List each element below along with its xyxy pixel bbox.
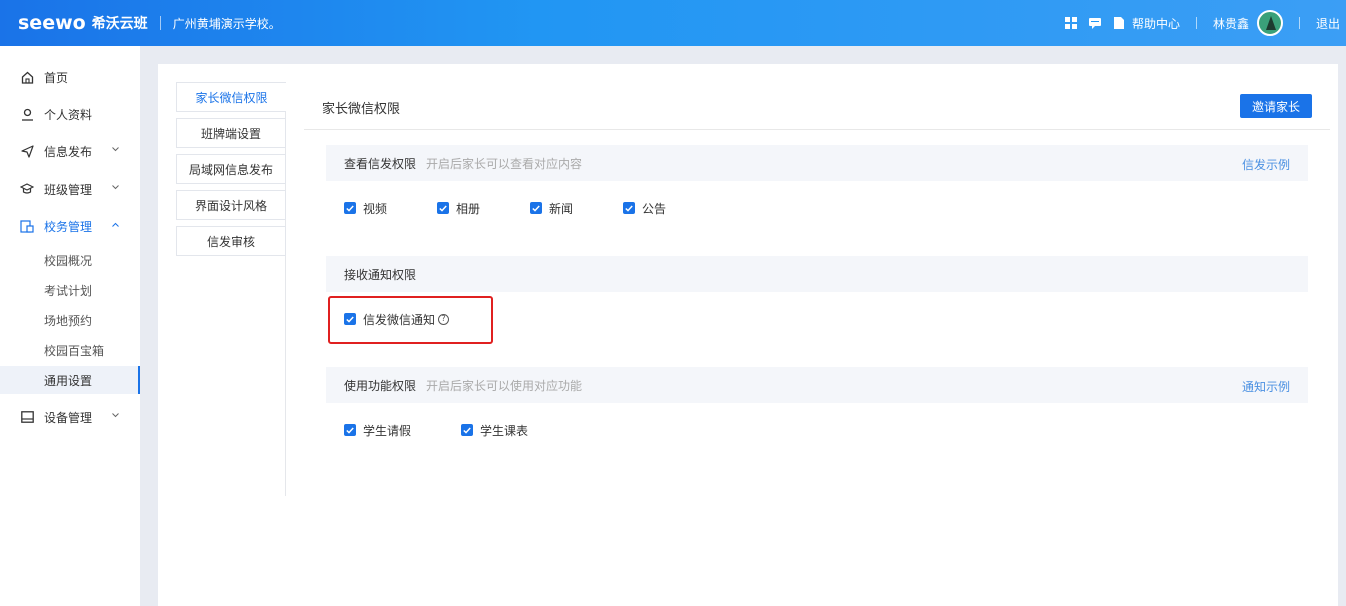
brand-name: 希沃云班	[91, 16, 148, 32]
logout-link[interactable]: 退出	[1316, 15, 1340, 32]
school-admin-icon	[20, 219, 34, 233]
sidebar-subitem-campus-overview[interactable]: 校园概况	[0, 246, 140, 274]
section-title: 接收通知权限	[344, 267, 417, 282]
help-center-link[interactable]: 帮助中心	[1132, 15, 1180, 32]
sidebar-subitem-exam-plan[interactable]: 考试计划	[0, 276, 140, 304]
tab-interface-style[interactable]: 界面设计风格	[176, 190, 286, 220]
checkbox-label: 学生请假	[363, 423, 412, 438]
checkbox-checked-icon[interactable]	[344, 313, 356, 325]
sidebar-item-info-publish[interactable]: 信息发布	[0, 139, 140, 163]
tab-lan-info-publish[interactable]: 局域网信息发布	[176, 154, 286, 184]
checkbox-album[interactable]: 相册	[437, 200, 530, 217]
tab-class-board-settings[interactable]: 班牌端设置	[176, 118, 286, 148]
brand-divider	[159, 16, 161, 30]
checkbox-checked-icon[interactable]	[344, 202, 356, 214]
invite-parent-button[interactable]: 邀请家长	[1240, 94, 1312, 118]
use-function-options: 学生请假 学生课表	[344, 422, 528, 438]
checkbox-video[interactable]: 视频	[344, 200, 437, 217]
page-right-gutter	[1338, 64, 1346, 606]
toolbar-divider	[1298, 17, 1300, 29]
panel-title: 家长微信权限	[322, 102, 401, 117]
checkbox-news[interactable]: 新闻	[530, 200, 623, 217]
help-question-icon[interactable]: ?	[438, 313, 450, 325]
view-publish-options: 视频 相册 新闻 公告	[344, 200, 666, 216]
message-icon[interactable]	[1088, 16, 1102, 30]
section-header-receive-notification: 接收通知权限	[326, 256, 1308, 292]
sidebar-item-label: 校务管理	[44, 219, 93, 234]
sidebar-item-label: 信息发布	[44, 144, 93, 159]
checkbox-checked-icon[interactable]	[530, 202, 542, 214]
checkbox-label: 学生课表	[480, 423, 529, 438]
document-icon[interactable]	[1112, 16, 1126, 30]
sidebar-subitem-venue-booking[interactable]: 场地预约	[0, 306, 140, 334]
home-icon	[20, 70, 34, 84]
section-header-use-function: 使用功能权限 开启后家长可以使用对应功能 通知示例	[326, 367, 1308, 403]
checkbox-publish-wechat-notification[interactable]: 信发微信通知 ?	[344, 311, 450, 328]
notification-example-link[interactable]: 通知示例	[1242, 378, 1290, 395]
sidebar-item-home[interactable]: 首页	[0, 65, 140, 89]
chevron-down-icon	[110, 144, 120, 154]
checkbox-label: 相册	[456, 201, 481, 216]
chevron-down-icon	[110, 182, 120, 192]
toolbar-divider	[1195, 17, 1197, 29]
section-description: 开启后家长可以使用对应功能	[426, 378, 583, 393]
section-description: 开启后家长可以查看对应内容	[426, 156, 583, 171]
sidebar-subitem-campus-toolbox[interactable]: 校园百宝箱	[0, 336, 140, 364]
content-card: 家长微信权限 班牌端设置 局域网信息发布 界面设计风格 信发审核 家长微信权限 …	[158, 64, 1346, 606]
apps-grid-icon[interactable]	[1064, 16, 1078, 30]
sidebar-subitem-general-settings[interactable]: 通用设置	[0, 366, 140, 394]
monitor-icon	[20, 410, 34, 424]
sidebar-item-label: 班级管理	[44, 182, 93, 197]
brand[interactable]: seewo 希沃云班 广州黄埔演示学校。	[18, 12, 281, 34]
sidebar-item-profile[interactable]: 个人资料	[0, 102, 140, 126]
sidebar-item-device-management[interactable]: 设备管理	[0, 405, 140, 429]
sidebar: 首页 个人资料 信息发布 班级管理 校务管理 校园概况 考试计划 场地预约 校园…	[0, 46, 140, 606]
checkbox-label: 新闻	[549, 201, 574, 216]
checkbox-label: 视频	[363, 201, 388, 216]
sidebar-item-school-affairs[interactable]: 校务管理	[0, 214, 140, 238]
chevron-down-icon	[110, 410, 120, 420]
panel-divider	[304, 129, 1330, 130]
tab-parent-wechat-permission[interactable]: 家长微信权限	[176, 82, 286, 112]
top-bar: seewo 希沃云班 广州黄埔演示学校。 帮助中心 林贵鑫 退出	[0, 0, 1346, 46]
publish-example-link[interactable]: 信发示例	[1242, 156, 1290, 173]
user-name[interactable]: 林贵鑫	[1213, 15, 1249, 32]
top-right-toolbar: 帮助中心 林贵鑫 退出	[1064, 0, 1346, 46]
section-header-view-publish: 查看信发权限 开启后家长可以查看对应内容 信发示例	[326, 145, 1308, 181]
sidebar-item-class-management[interactable]: 班级管理	[0, 177, 140, 201]
settings-tabs: 家长微信权限 班牌端设置 局域网信息发布 界面设计风格 信发审核	[176, 82, 286, 496]
checkbox-label: 公告	[642, 201, 667, 216]
send-icon	[20, 144, 34, 158]
chevron-up-icon	[110, 219, 120, 229]
checkbox-announcement[interactable]: 公告	[623, 200, 666, 217]
receive-notification-options: 信发微信通知 ?	[344, 311, 450, 328]
checkbox-student-timetable[interactable]: 学生课表	[461, 422, 528, 439]
checkbox-checked-icon[interactable]	[623, 202, 635, 214]
checkbox-checked-icon[interactable]	[344, 424, 356, 436]
user-icon	[20, 107, 34, 121]
sidebar-item-label: 个人资料	[44, 107, 93, 122]
graduation-cap-icon	[20, 182, 34, 196]
checkbox-checked-icon[interactable]	[437, 202, 449, 214]
tab-publish-review[interactable]: 信发审核	[176, 226, 286, 256]
avatar[interactable]	[1256, 10, 1283, 36]
checkbox-label: 信发微信通知	[363, 312, 436, 327]
section-title: 查看信发权限	[344, 156, 417, 171]
sidebar-item-label: 首页	[44, 70, 69, 85]
brand-logo: seewo	[18, 12, 86, 34]
school-name: 广州黄埔演示学校。	[172, 16, 281, 31]
section-title: 使用功能权限	[344, 378, 417, 393]
checkbox-student-leave[interactable]: 学生请假	[344, 422, 461, 439]
sidebar-item-label: 设备管理	[44, 410, 93, 425]
checkbox-checked-icon[interactable]	[461, 424, 473, 436]
